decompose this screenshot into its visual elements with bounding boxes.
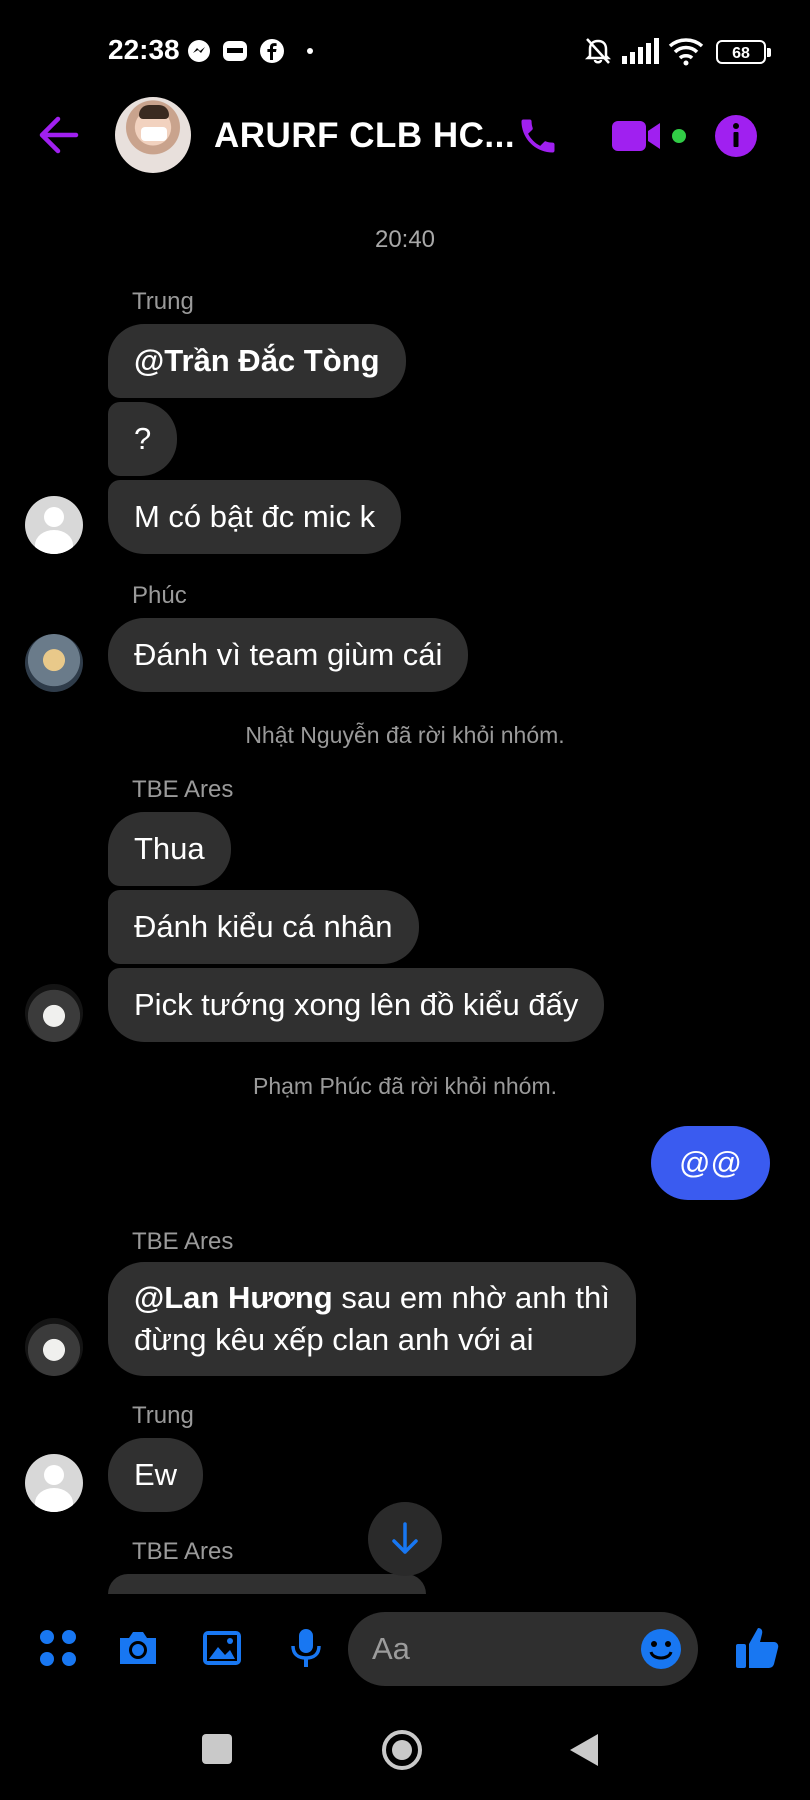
zalo-notification-icon bbox=[223, 41, 247, 61]
voice-call-icon[interactable] bbox=[516, 114, 560, 158]
home-button[interactable] bbox=[380, 1728, 424, 1772]
thumbs-up-icon[interactable] bbox=[734, 1624, 780, 1670]
timestamp-separator: 20:40 bbox=[374, 226, 436, 253]
message-text: Pick tướng xong lên đồ kiểu đấy bbox=[134, 987, 579, 1022]
message-bubble[interactable]: @Lan Hương sau em nhờ anh thì đừng kêu x… bbox=[108, 1262, 636, 1376]
facebook-notification-icon bbox=[260, 39, 284, 63]
message-text: Thua bbox=[134, 831, 205, 866]
signal-icon bbox=[622, 38, 659, 64]
gallery-icon[interactable] bbox=[200, 1626, 244, 1670]
more-notifications-dot bbox=[307, 48, 313, 54]
message-text: đừng kêu xếp clan anh với ai bbox=[134, 1322, 534, 1357]
message-text: Đánh kiểu cá nhân bbox=[134, 909, 393, 944]
sender-avatar[interactable] bbox=[25, 984, 83, 1042]
message-bubble[interactable]: Đánh vì team giùm cái bbox=[108, 618, 469, 692]
message-text: M có bật đc mic k bbox=[134, 499, 376, 534]
mention[interactable]: @Lan Hương bbox=[134, 1280, 333, 1315]
scroll-to-bottom-button[interactable] bbox=[368, 1502, 442, 1576]
back-button[interactable] bbox=[568, 1732, 602, 1768]
sender-avatar[interactable] bbox=[25, 1318, 83, 1376]
arrow-down-icon bbox=[392, 1522, 418, 1554]
sender-name: TBE Ares bbox=[132, 776, 234, 803]
sender-avatar[interactable] bbox=[25, 496, 83, 554]
system-message: Phạm Phúc đã rời khỏi nhóm. bbox=[252, 1073, 557, 1099]
message-bubble[interactable]: Đánh kiểu cá nhân bbox=[108, 890, 419, 964]
emoji-icon[interactable] bbox=[640, 1628, 682, 1670]
message-bubble[interactable]: Ew bbox=[108, 1438, 204, 1512]
mute-bell-icon bbox=[584, 38, 612, 64]
message-text: ? bbox=[134, 421, 152, 456]
wifi-icon bbox=[668, 38, 704, 66]
message-text: Đánh vì team giùm cái bbox=[134, 637, 443, 672]
message-bubble[interactable]: @Trần Đắc Tòng bbox=[108, 324, 406, 398]
camera-icon[interactable] bbox=[116, 1626, 160, 1670]
battery-indicator: 68 bbox=[716, 40, 771, 64]
recent-apps-button[interactable] bbox=[202, 1734, 232, 1764]
status-time: 22:38 bbox=[108, 34, 180, 65]
sender-name: TBE Ares bbox=[132, 1538, 234, 1565]
sender-avatar[interactable] bbox=[25, 634, 83, 692]
outgoing-message-bubble[interactable]: @@ bbox=[651, 1126, 770, 1200]
message-bubble[interactable]: ? bbox=[108, 402, 178, 476]
message-text: sau em nhờ anh thì bbox=[332, 1280, 610, 1315]
message-text: Ew bbox=[134, 1457, 178, 1492]
sender-name: Trung bbox=[132, 1402, 194, 1429]
info-icon[interactable] bbox=[714, 114, 758, 158]
conversation-title[interactable]: ARURF CLB HC... bbox=[214, 116, 515, 156]
message-bubble-partial[interactable] bbox=[108, 1574, 426, 1594]
sender-name: TBE Ares bbox=[132, 1228, 234, 1255]
apps-menu-icon[interactable] bbox=[36, 1626, 80, 1670]
mention[interactable]: @Trần Đắc Tòng bbox=[134, 343, 380, 378]
message-bubble[interactable]: M có bật đc mic k bbox=[108, 480, 402, 554]
message-bubble[interactable]: Thua bbox=[108, 812, 231, 886]
microphone-icon[interactable] bbox=[284, 1626, 328, 1670]
message-bubble[interactable]: Pick tướng xong lên đồ kiểu đấy bbox=[108, 968, 605, 1042]
message-text: @@ bbox=[679, 1145, 742, 1180]
sender-name: Trung bbox=[132, 288, 194, 315]
system-message: Nhật Nguyễn đã rời khỏi nhóm. bbox=[245, 722, 565, 748]
video-call-icon[interactable] bbox=[612, 117, 664, 155]
group-avatar[interactable] bbox=[115, 97, 191, 173]
sender-avatar[interactable] bbox=[25, 1454, 83, 1512]
back-arrow-icon[interactable] bbox=[36, 115, 80, 155]
online-status-dot bbox=[672, 129, 686, 143]
sender-name: Phúc bbox=[132, 582, 187, 609]
messenger-notification-icon bbox=[188, 40, 210, 62]
